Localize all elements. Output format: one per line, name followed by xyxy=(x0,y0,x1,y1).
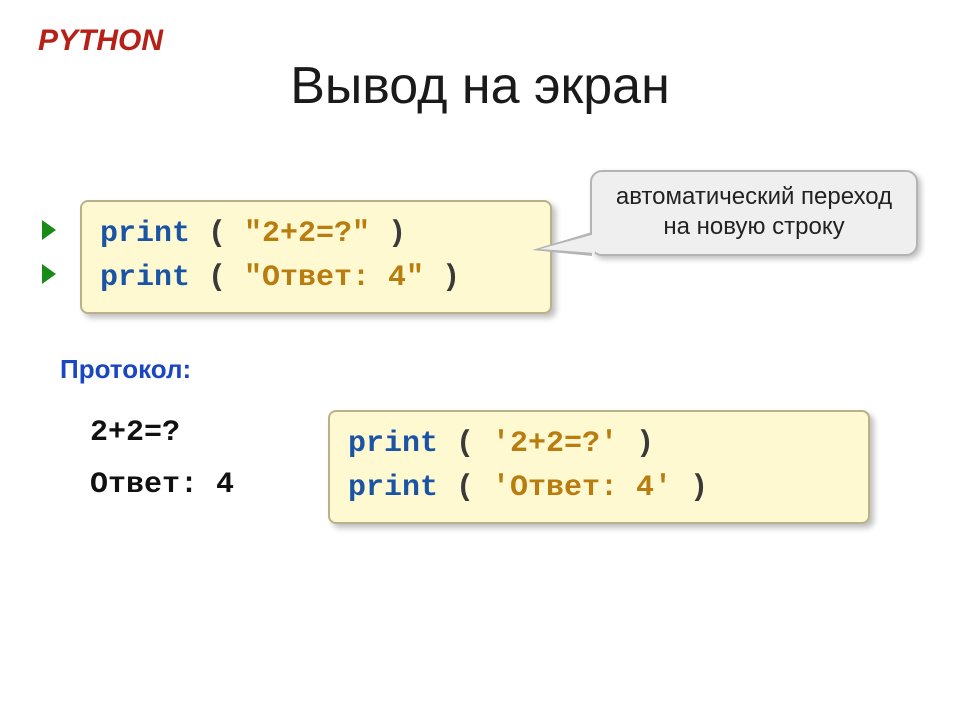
output-line: Ответ: 4 xyxy=(90,468,234,502)
code-example-1: print ( "2+2=?" ) print ( "Ответ: 4" ) xyxy=(80,200,552,314)
punct: ) xyxy=(672,471,708,505)
punct: ( xyxy=(190,261,244,295)
punct: ( xyxy=(190,217,244,251)
keyword: print xyxy=(348,471,438,505)
keyword: print xyxy=(100,217,190,251)
string-literal: "2+2=?" xyxy=(244,217,370,251)
punct: ) xyxy=(424,261,460,295)
string-literal: '2+2=?' xyxy=(492,427,618,461)
language-label: PYTHON xyxy=(38,24,163,58)
output-line: 2+2=? xyxy=(90,416,180,450)
slide: PYTHON Вывод на экран print ( "2+2=?" ) … xyxy=(0,0,960,720)
punct: ) xyxy=(618,427,654,461)
bullet-icon xyxy=(42,220,56,240)
callout-bubble: автоматический переход на новую строку xyxy=(590,170,918,256)
keyword: print xyxy=(348,427,438,461)
punct: ( xyxy=(438,427,492,461)
protocol-label: Протокол: xyxy=(60,354,191,385)
punct: ) xyxy=(370,217,406,251)
string-literal: "Ответ: 4" xyxy=(244,261,424,295)
keyword: print xyxy=(100,261,190,295)
punct: ( xyxy=(438,471,492,505)
code-example-2: print ( '2+2=?' ) print ( 'Ответ: 4' ) xyxy=(328,410,870,524)
callout-text: автоматический переход на новую строку xyxy=(616,183,892,240)
slide-title: Вывод на экран xyxy=(0,56,960,116)
string-literal: 'Ответ: 4' xyxy=(492,471,672,505)
bullet-icon xyxy=(42,264,56,284)
